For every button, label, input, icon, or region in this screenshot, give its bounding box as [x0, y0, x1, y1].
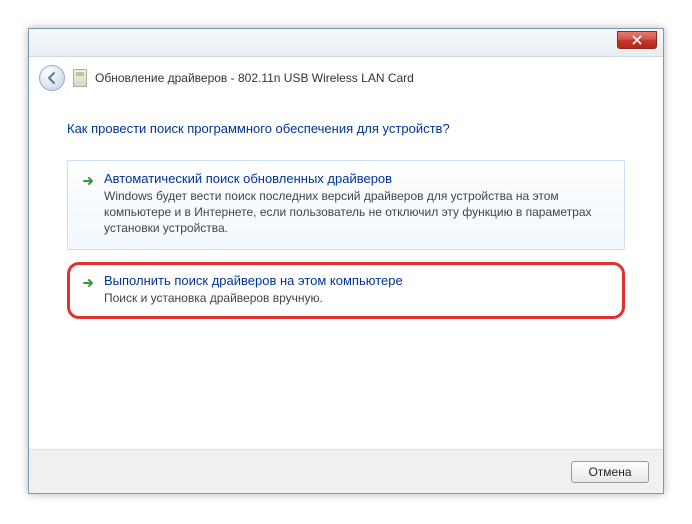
close-button[interactable] [617, 31, 657, 49]
option-manual-search[interactable]: Выполнить поиск драйверов на этом компью… [67, 262, 625, 319]
arrow-right-icon [80, 275, 96, 291]
content-area: Как провести поиск программного обеспече… [29, 101, 663, 319]
option-body: Выполнить поиск драйверов на этом компью… [104, 273, 612, 306]
option-auto-search[interactable]: Автоматический поиск обновленных драйвер… [67, 160, 625, 250]
option-title: Выполнить поиск драйверов на этом компью… [104, 273, 612, 288]
option-body: Автоматический поиск обновленных драйвер… [104, 171, 612, 237]
device-icon [73, 69, 87, 87]
page-heading: Как провести поиск программного обеспече… [67, 121, 625, 136]
window-title: Обновление драйверов - 802.11n USB Wirel… [95, 71, 414, 85]
option-title: Автоматический поиск обновленных драйвер… [104, 171, 612, 186]
footer: Отмена [29, 449, 663, 493]
option-description: Поиск и установка драйверов вручную. [104, 290, 612, 306]
option-description: Windows будет вести поиск последних верс… [104, 188, 612, 237]
titlebar [29, 29, 663, 57]
cancel-button[interactable]: Отмена [571, 461, 649, 483]
header-row: Обновление драйверов - 802.11n USB Wirel… [29, 57, 663, 101]
close-icon [632, 35, 642, 45]
back-button[interactable] [39, 65, 65, 91]
driver-update-wizard: Обновление драйверов - 802.11n USB Wirel… [28, 28, 664, 494]
back-arrow-icon [45, 71, 59, 85]
arrow-right-icon [80, 173, 96, 189]
